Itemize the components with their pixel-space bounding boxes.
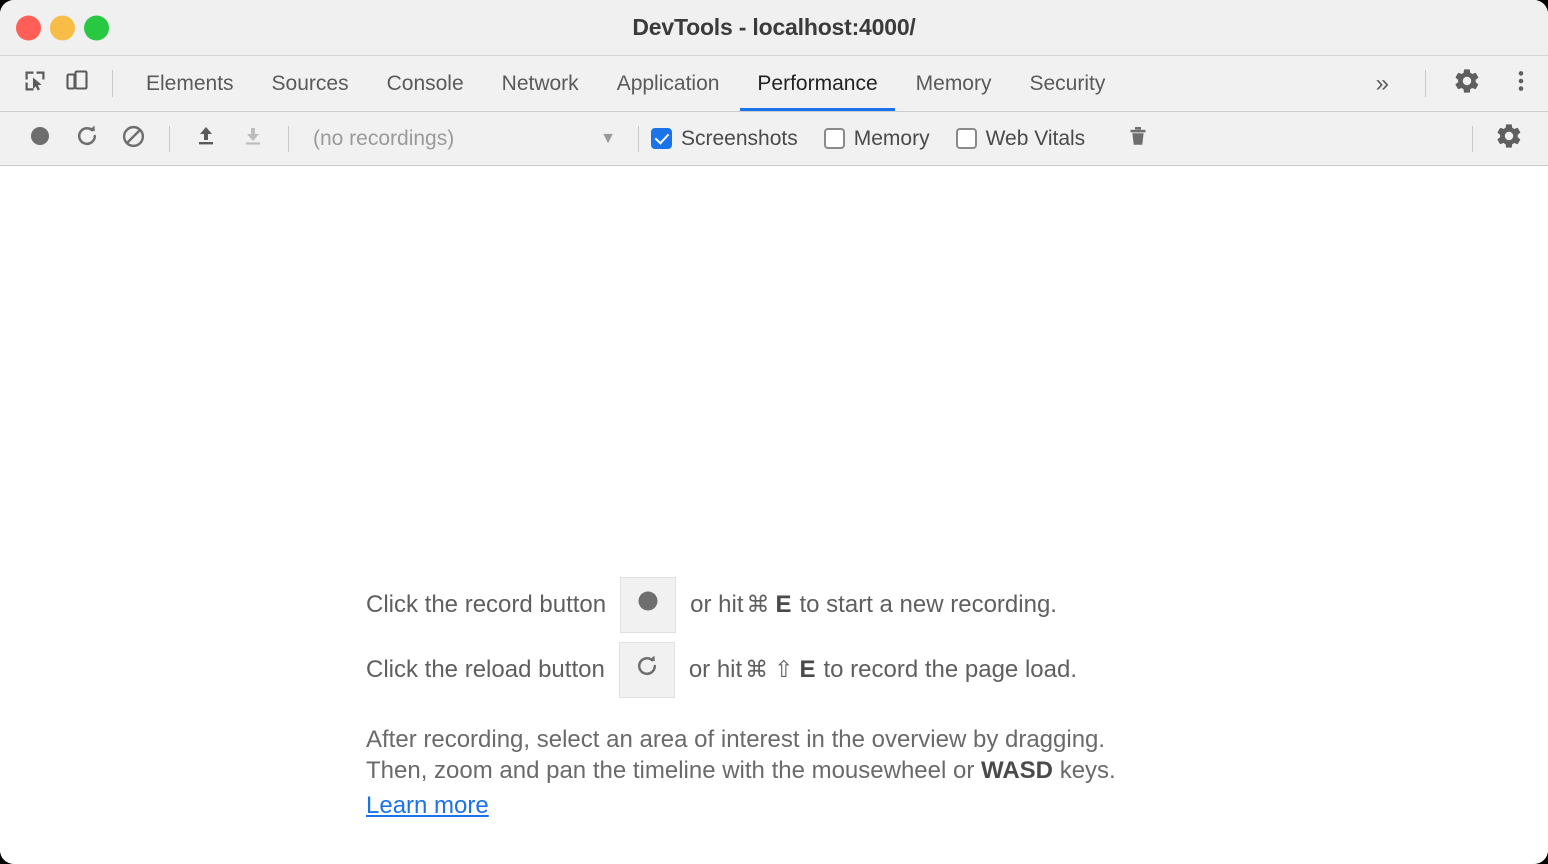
device-toolbar-button[interactable] <box>56 56 98 111</box>
record-icon <box>636 589 660 620</box>
memory-checkbox[interactable]: Memory <box>823 126 930 151</box>
inline-record-button[interactable] <box>620 576 677 633</box>
inline-reload-button[interactable] <box>618 641 675 698</box>
toolbar-right-controls <box>1460 112 1548 166</box>
reload-shortcut-key: E <box>799 655 816 683</box>
toolbar-divider-4 <box>1472 125 1473 152</box>
chevron-down-icon: ▼ <box>600 129 616 147</box>
tabbar-divider <box>112 70 113 97</box>
description-line-2: Then, zoom and pan the timeline with the… <box>366 755 1226 786</box>
capture-settings-button[interactable] <box>1485 112 1532 166</box>
checkbox-icon[interactable] <box>955 128 977 149</box>
tab-security[interactable]: Security <box>1010 56 1124 111</box>
save-profile-icon <box>241 124 265 153</box>
tab-list: Elements Sources Console Network Applica… <box>127 56 1124 111</box>
reload-instruction-prefix: Click the reload button <box>366 655 605 683</box>
devtools-main-menu-button[interactable] <box>1494 56 1548 111</box>
record-button[interactable] <box>16 112 63 166</box>
capture-settings-gear-icon <box>1495 122 1523 155</box>
reload-record-icon <box>74 123 100 154</box>
trash-icon <box>1126 124 1150 153</box>
performance-toolbar: (no recordings) ▼ Screenshots Memory Web… <box>0 112 1548 166</box>
close-window-button[interactable] <box>16 15 41 40</box>
description-line-2-prefix: Then, zoom and pan the timeline with the… <box>366 757 975 784</box>
tabbar-right-divider <box>1425 70 1426 97</box>
record-instruction-mid: or hit <box>690 590 744 618</box>
screenshots-label: Screenshots <box>681 126 798 150</box>
tab-sources[interactable]: Sources <box>253 56 368 111</box>
record-icon <box>28 124 52 153</box>
tab-memory[interactable]: Memory <box>897 56 1011 111</box>
reload-instruction-suffix: to record the page load. <box>823 655 1077 683</box>
more-vertical-icon <box>1508 68 1534 99</box>
record-instruction-row: Click the record button or hit ⌘ E to st… <box>366 572 1226 637</box>
reload-instruction-row: Click the reload button or hit ⌘ ⇧ E to … <box>366 637 1226 702</box>
record-shortcut-key: E <box>775 590 792 618</box>
title-bar: DevTools - localhost:4000/ <box>0 0 1548 56</box>
screenshots-checkbox[interactable]: Screenshots <box>651 127 798 151</box>
performance-panel-content: Click the record button or hit ⌘ E to st… <box>0 166 1548 864</box>
tab-label: Performance <box>757 71 878 95</box>
inspect-element-icon <box>22 68 48 99</box>
maximize-window-button[interactable] <box>84 15 109 40</box>
tabbar-right-controls: » <box>1354 56 1548 111</box>
tab-network[interactable]: Network <box>483 56 598 111</box>
tab-label: Network <box>501 71 579 95</box>
collect-garbage-button[interactable] <box>1115 112 1161 166</box>
web-vitals-checkbox[interactable]: Web Vitals <box>955 126 1086 151</box>
description-line-2-suffix: keys. <box>1059 757 1116 784</box>
clear-recording-button[interactable] <box>110 112 157 166</box>
inspect-element-button[interactable] <box>14 56 56 111</box>
tab-performance[interactable]: Performance <box>738 56 896 111</box>
toolbar-divider-2 <box>288 125 289 152</box>
tab-label: Console <box>386 71 464 95</box>
learn-more-link[interactable]: Learn more <box>366 790 489 821</box>
tab-label: Elements <box>146 71 234 95</box>
tab-label: Memory <box>915 71 992 95</box>
tab-application[interactable]: Application <box>598 56 739 111</box>
tab-label: Sources <box>271 71 349 95</box>
traffic-lights <box>16 15 109 40</box>
tab-console[interactable]: Console <box>368 56 483 111</box>
clear-icon <box>121 124 146 154</box>
checkbox-icon[interactable] <box>823 128 845 149</box>
description-line-1: After recording, select an area of inter… <box>366 726 1106 753</box>
recordings-dropdown-value: (no recordings) <box>313 126 455 150</box>
record-instruction-suffix: to start a new recording. <box>799 590 1057 618</box>
command-key-symbol: ⌘ <box>745 656 769 682</box>
recordings-dropdown[interactable]: (no recordings) ▼ <box>301 121 626 157</box>
reload-instruction-mid: or hit <box>688 655 743 683</box>
device-toolbar-icon <box>64 68 90 99</box>
command-key-symbol: ⌘ <box>746 591 770 617</box>
toolbar-divider-1 <box>169 125 170 152</box>
reload-record-icon <box>634 653 660 686</box>
devtools-tab-bar: Elements Sources Console Network Applica… <box>0 56 1548 112</box>
wasd-keys-label: WASD <box>981 757 1054 784</box>
tab-label: Security <box>1029 71 1106 95</box>
chevron-double-right-icon: » <box>1375 69 1389 97</box>
more-tabs-button[interactable]: » <box>1354 56 1411 111</box>
tab-elements[interactable]: Elements <box>127 56 253 111</box>
tab-label: Application <box>616 71 720 95</box>
memory-label: Memory <box>853 126 930 150</box>
landing-page: Click the record button or hit ⌘ E to st… <box>366 572 1226 821</box>
web-vitals-label: Web Vitals <box>985 126 1086 150</box>
record-instruction-prefix: Click the record button <box>366 590 607 618</box>
toolbar-divider-3 <box>638 125 639 152</box>
gear-icon <box>1453 67 1481 100</box>
save-profile-button[interactable] <box>229 112 276 166</box>
load-profile-button[interactable] <box>182 112 229 166</box>
load-profile-icon <box>194 124 218 153</box>
devtools-settings-button[interactable] <box>1440 56 1494 111</box>
minimize-window-button[interactable] <box>50 15 75 40</box>
landing-description: After recording, select an area of inter… <box>366 724 1226 821</box>
window-title: DevTools - localhost:4000/ <box>632 14 916 40</box>
shift-key-symbol: ⇧ <box>774 656 794 682</box>
reload-and-record-button[interactable] <box>63 112 110 166</box>
devtools-window: DevTools - localhost:4000/ Elements Sour… <box>0 0 1548 864</box>
checkbox-icon[interactable] <box>651 128 672 149</box>
